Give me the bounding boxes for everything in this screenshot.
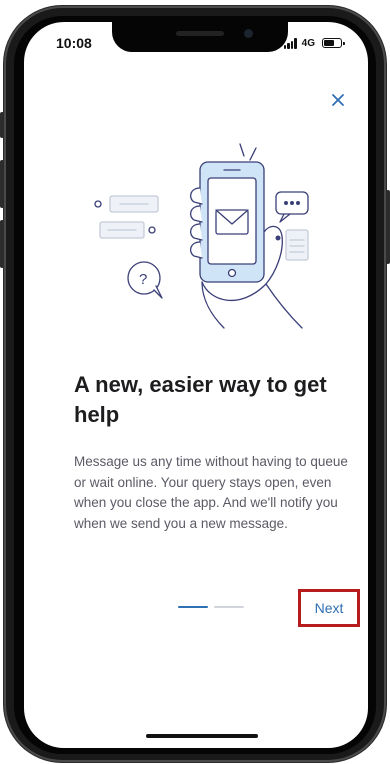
svg-text:?: ? [139,271,147,288]
network-type: 4G [301,37,315,49]
phone-message-illustration: ? [94,143,309,329]
home-indicator[interactable] [146,734,258,738]
volume-down-button [0,220,4,268]
spark-line [249,147,257,161]
spark-line [239,143,245,157]
page-indicator-dot-active [178,606,208,608]
front-camera [244,29,253,38]
volume-up-button [0,160,4,208]
status-time: 10:08 [56,35,92,51]
signal-icon [283,37,297,49]
close-icon [332,94,344,106]
phone-screen: 10:08 4G ? A new, easier way to get help… [24,22,368,748]
battery-icon [322,38,345,48]
power-button [386,190,390,264]
description-text: Message us any time without having to qu… [74,454,348,531]
next-button[interactable]: Next [298,589,360,627]
close-button[interactable] [328,90,348,110]
page-title: A new, easier way to get help [74,372,327,427]
page-indicator-dot [214,606,244,608]
notch [112,22,288,52]
speaker-grille [176,31,224,36]
status-indicators: 4G [283,36,345,50]
page-indicator [178,606,244,608]
mute-switch [0,112,4,138]
device-mockup: 10:08 4G ? A new, easier way to get help… [0,0,390,764]
